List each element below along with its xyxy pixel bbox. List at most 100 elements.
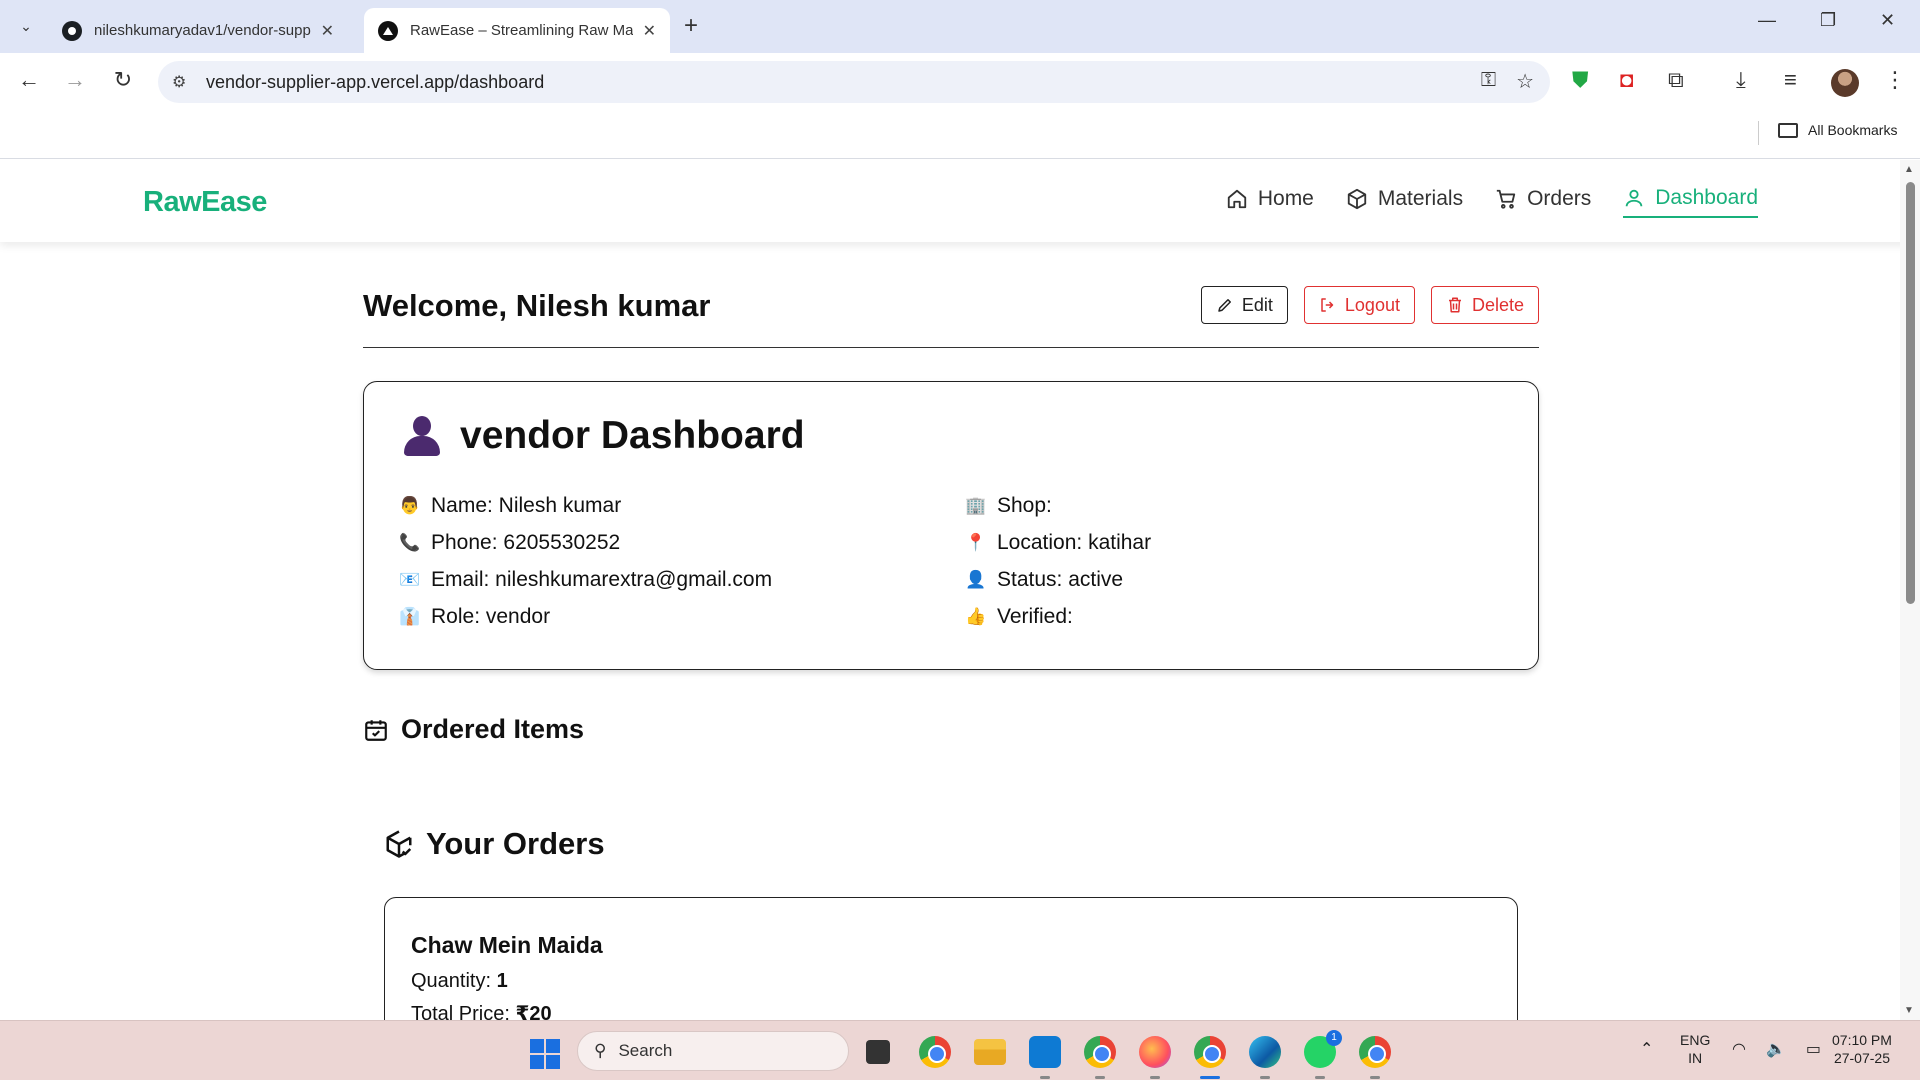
chrome-alt-icon[interactable] xyxy=(1359,1036,1391,1068)
taskbar-search[interactable]: ⚲ Search xyxy=(577,1031,849,1071)
search-icon: ⚲ xyxy=(594,1041,607,1060)
logout-label: Logout xyxy=(1344,294,1400,315)
scrollbar-thumb[interactable] xyxy=(1906,182,1915,604)
email-icon: 📧 xyxy=(399,569,421,590)
profile-avatar[interactable] xyxy=(1831,69,1859,97)
close-icon[interactable]: ✕ xyxy=(643,21,656,41)
logout-button[interactable]: Logout xyxy=(1303,286,1415,324)
running-indicator xyxy=(1315,1076,1325,1079)
running-indicator xyxy=(1260,1076,1270,1079)
nav-orders[interactable]: Orders xyxy=(1495,186,1591,218)
welcome-row: Welcome, Nilesh kumar Edit Logout Delete xyxy=(363,286,1539,348)
vscode-icon[interactable] xyxy=(1029,1036,1061,1068)
cart-icon xyxy=(1496,189,1516,209)
trash-icon xyxy=(1448,297,1461,313)
nav-dashboard[interactable]: Dashboard xyxy=(1623,186,1758,218)
reload-icon[interactable]: ↻ xyxy=(108,67,138,93)
whatsapp-icon[interactable]: 1 xyxy=(1304,1030,1342,1068)
site-logo[interactable]: RawEase xyxy=(143,186,267,219)
building-icon: 🏢 xyxy=(965,495,987,516)
bookmark-star-icon[interactable]: ☆ xyxy=(1516,69,1534,94)
chevron-up-icon[interactable]: ⌃ xyxy=(1640,1039,1653,1059)
page-scrollbar[interactable]: ▲ ▼ xyxy=(1900,160,1920,1020)
lang-bottom: IN xyxy=(1688,1050,1703,1066)
firefox-icon[interactable] xyxy=(1139,1036,1171,1068)
info-text: Shop: xyxy=(997,493,1052,517)
tab-github[interactable]: nileshkumaryadav1/vendor-supplie ✕ xyxy=(48,8,348,53)
menu-kebab-icon[interactable]: ⋮ xyxy=(1884,67,1906,93)
info-role: 👔 Role: vendor xyxy=(399,603,965,630)
all-bookmarks-button[interactable]: All Bookmarks xyxy=(1778,122,1897,138)
welcome-heading: Welcome, Nilesh kumar xyxy=(363,288,711,323)
info-email: 📧 Email: nileshkumarextra@gmail.com xyxy=(399,566,965,593)
box-icon xyxy=(1347,188,1367,210)
price-label: Total Price: xyxy=(411,1003,516,1020)
shield-extension-icon[interactable]: ⛊ xyxy=(1572,67,1589,93)
extension-icon[interactable]: ◘ xyxy=(1620,67,1633,93)
edge-icon[interactable] xyxy=(1249,1036,1281,1068)
restore-button[interactable]: ❐ xyxy=(1820,10,1836,31)
your-orders-heading: Your Orders xyxy=(384,826,605,862)
nav-home-label: Home xyxy=(1257,187,1314,210)
info-name: 👨 Name: Nilesh kumar xyxy=(399,492,965,519)
person-icon xyxy=(402,416,442,456)
tab-rawease[interactable]: RawEase – Streamlining Raw Mate ✕ xyxy=(364,8,670,53)
password-key-icon[interactable]: ⚿ xyxy=(1481,69,1496,94)
close-window-button[interactable]: ✕ xyxy=(1880,10,1895,31)
chrome-profile-icon[interactable] xyxy=(1084,1036,1116,1068)
new-tab-button[interactable]: + xyxy=(684,12,698,40)
volume-icon: 🔈 xyxy=(1765,1041,1786,1058)
nav-home[interactable]: Home xyxy=(1226,186,1314,218)
order-total-price: Total Price: ₹20 xyxy=(411,1001,552,1020)
price-value: ₹20 xyxy=(515,1003,552,1020)
address-bar[interactable]: ⚙ vendor-supplier-app.vercel.app/dashboa… xyxy=(158,61,1550,103)
ordered-items-title: Ordered Items xyxy=(401,714,585,744)
phone-icon: 📞 xyxy=(399,532,421,553)
file-explorer-icon[interactable] xyxy=(974,1039,1006,1065)
delete-button[interactable]: Delete xyxy=(1430,286,1539,324)
info-verified: 👍 Verified: xyxy=(965,603,1465,630)
back-icon[interactable]: ← xyxy=(14,67,44,93)
delete-label: Delete xyxy=(1471,294,1524,315)
profile-info-grid: 👨 Name: Nilesh kumar 🏢 Shop: 📞 Phone: 62055… xyxy=(399,492,1499,630)
order-card: Chaw Mein Maida Quantity: 1 Total Price:… xyxy=(384,897,1518,1020)
close-icon[interactable]: ✕ xyxy=(321,21,334,41)
clock[interactable]: 07:10 PM 27-07-25 xyxy=(1832,1031,1892,1067)
info-text: Phone: 6205530252 xyxy=(431,530,621,554)
order-quantity: Quantity: 1 xyxy=(411,970,508,993)
windows-taskbar: ⚲ Search 1 ⌃ ENG IN ◠ 🔈 ▭ 07:10 PM 27-07… xyxy=(0,1020,1920,1080)
taskbar-search-placeholder: Search xyxy=(618,1041,673,1060)
language-indicator[interactable]: ENG IN xyxy=(1680,1031,1710,1067)
media-control-icon[interactable]: ≡ xyxy=(1784,67,1797,93)
running-indicator xyxy=(1370,1076,1380,1079)
page-viewport: RawEase Home Materials Orders Dashboard … xyxy=(0,160,1920,1020)
extensions-puzzle-icon[interactable]: ⧉ xyxy=(1668,67,1684,93)
minimize-button[interactable]: — xyxy=(1758,10,1776,31)
person-emoji-icon: 👨 xyxy=(399,495,421,516)
nav-materials[interactable]: Materials xyxy=(1346,186,1463,218)
task-view-icon[interactable] xyxy=(866,1040,890,1064)
ordered-items-heading: Ordered Items xyxy=(363,714,584,745)
quantity-value: 1 xyxy=(496,970,508,992)
scroll-up-icon[interactable]: ▲ xyxy=(1904,164,1914,175)
lang-top: ENG xyxy=(1680,1032,1711,1048)
chrome-active-icon[interactable] xyxy=(1194,1036,1226,1068)
tab-search-button[interactable]: ⌄ xyxy=(10,10,42,42)
windows-start-icon[interactable] xyxy=(530,1039,560,1069)
quantity-label: Quantity: xyxy=(411,970,497,992)
status-icons[interactable]: ◠ 🔈 ▭ xyxy=(1732,1039,1821,1059)
home-icon xyxy=(1227,189,1247,209)
download-icon[interactable]: ⤓ xyxy=(1736,67,1746,93)
url-text: vendor-supplier-app.vercel.app/dashboard xyxy=(206,71,545,92)
chrome-icon[interactable] xyxy=(919,1036,951,1068)
profile-title-text: vendor Dashboard xyxy=(460,414,805,457)
site-info-icon[interactable]: ⚙ xyxy=(172,72,192,92)
info-location: 📍 Location: katihar xyxy=(965,529,1465,556)
nav-dashboard-label: Dashboard xyxy=(1655,186,1758,209)
site-nav: Home Materials Orders Dashboard xyxy=(1226,186,1758,218)
pin-icon: 📍 xyxy=(965,532,987,553)
info-text: Name: Nilesh kumar xyxy=(431,493,622,517)
scroll-down-icon[interactable]: ▼ xyxy=(1904,1005,1914,1016)
edit-button[interactable]: Edit xyxy=(1200,286,1288,324)
forward-icon[interactable]: → xyxy=(60,67,90,93)
